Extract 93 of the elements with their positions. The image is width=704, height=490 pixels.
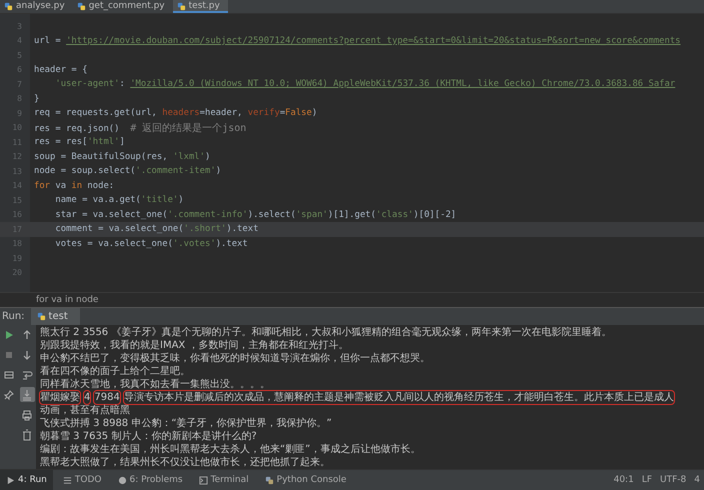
code-text: = — [280, 108, 286, 118]
python-icon — [264, 476, 274, 484]
highlighted-output-text: 导演专访本片是删减后的次成品，慧阐释的主题是神需被贬入凡间以人的视角经历苍生，才能明白苍生。此片本质上已是成人 — [124, 391, 674, 404]
code-text: votes = va.select_one( — [54, 238, 173, 249]
output-text: 别跟我提特效，我看的就是IMAX ，多数时间，主角都在和红光打斗。 — [40, 339, 348, 352]
code-text: header = { — [34, 64, 88, 75]
tool-window-tab[interactable]: Terminal — [192, 470, 255, 490]
status-text: 4 — [694, 475, 700, 485]
url-string: 'Mozilla/5.0 (Windows NT 10.0; WOW64) AppleWebKit/537.36 (KHTML, like Gecko) Chrome/73.0.3683.86 Safar — [130, 79, 676, 90]
down-arrow-icon — [21, 348, 33, 360]
python-file-icon — [76, 2, 86, 11]
string-literal: 'title' — [140, 195, 178, 206]
play-icon — [3, 328, 15, 340]
code-text: ) — [205, 152, 210, 162]
file-tab[interactable]: analyse.py — [0, 0, 73, 13]
code-text: star = va.select_one( — [54, 210, 168, 220]
breadcrumb[interactable]: for va in node — [36, 295, 98, 305]
keyword: False — [285, 108, 312, 118]
code-text: ).select( — [248, 210, 296, 220]
output-text: 编剧：故事发生在美国，州长叫黑帮老大去杀人，他来“剿匪”，事成之后让他做市长。 — [40, 443, 420, 456]
trash-icon — [21, 428, 33, 440]
output-text: 飞侠式拼搏 3 8988 申公豹：“姜子牙，你保护世界，我保护你。” — [40, 417, 332, 430]
tool-window-tab[interactable]: TODO — [56, 470, 108, 490]
string-literal: 'lxml' — [172, 152, 205, 162]
highlighted-output-text: 7984 — [94, 391, 120, 404]
string-literal: 'class' — [376, 210, 414, 220]
code-text: )[1].get( — [328, 210, 376, 220]
output-text: 动画，甚至有点暗黑 — [40, 404, 130, 417]
output-text: 申公豹不结巴了，变得极其乏味，你看他死的时候知道导演在煽你，但你一点都不想哭。 — [40, 352, 430, 365]
python-file-icon — [4, 2, 13, 11]
run-tab[interactable]: test — [30, 308, 80, 325]
code-text: ) — [312, 108, 318, 118]
code-comment: # 返回的结果是一个json — [130, 122, 246, 134]
string-literal: '.short' — [184, 224, 226, 234]
tool-window-tab[interactable]: 6: Problems — [112, 470, 189, 490]
string-literal: 'html' — [87, 137, 120, 148]
code-text: node = soup.select( — [34, 166, 136, 176]
tool-window-tab[interactable]: Python Console — [258, 470, 352, 490]
tool-window-tab[interactable]: 4: Run — [0, 470, 53, 490]
code-text: } — [34, 94, 40, 104]
python-file-icon — [176, 2, 186, 11]
string-literal: 'user-agent' — [54, 79, 120, 90]
status-text: UTF-8 — [660, 475, 686, 485]
code-text: soup = BeautifulSoup(res, — [34, 152, 169, 162]
file-tab[interactable]: test.py — [172, 0, 228, 13]
circle-icon — [118, 476, 126, 484]
code-text: va — [54, 180, 68, 191]
keyword: for — [34, 180, 50, 191]
wrap-icon — [21, 368, 33, 380]
play-icon — [6, 476, 15, 484]
string-literal: '.comment-item' — [136, 166, 216, 176]
status-text: 40:1 — [614, 475, 634, 485]
code-text: ).text — [226, 224, 258, 234]
keyword: in — [71, 180, 82, 191]
code-text: ).text — [216, 238, 248, 249]
url-string: 'https://movie.douban.com/subject/25907124/comments?percent_type=&start=0&limit=20&status=P&sort=new_score&comments — [66, 36, 681, 46]
status-text: LF — [642, 475, 652, 485]
code-text: comment = va.select_one( — [54, 224, 184, 234]
run-label: Run: — [1, 311, 25, 322]
code-text: ) — [216, 166, 222, 176]
code-text: =header, — [200, 108, 244, 118]
output-text: 黑帮老大照做了，结果州长不仅没让他做市长，还把他抓了起来。 — [40, 456, 330, 469]
code-text: req = requests.get(url, — [34, 108, 158, 118]
string-literal: '.comment-info' — [168, 210, 248, 220]
scroll-tool-button[interactable] — [20, 387, 34, 402]
code-text: node: — [86, 180, 114, 191]
printer-icon — [21, 408, 33, 420]
parameter-name: verify — [248, 108, 280, 118]
output-text: 同样看冰天雪地，我真不如去看一集熊出没。。。。 — [40, 378, 270, 391]
code-text: : — [120, 79, 126, 90]
string-literal: '.votes' — [172, 238, 216, 249]
pin-icon — [3, 388, 15, 400]
code-text: res = res[ — [34, 137, 88, 148]
layout-icon — [3, 368, 15, 380]
code-text: ] — [120, 137, 125, 148]
parameter-name: headers — [162, 108, 200, 118]
terminal-icon — [198, 476, 208, 484]
scroll-to-end-icon — [21, 388, 33, 400]
code-text: url = — [34, 36, 62, 46]
output-text: 熊太行 2 3556 《姜子牙》真是个无聊的片子。和哪吒相比，大叔和小狐狸精的组合毫无观众缘，两年来第一次在电影院里睡着。 — [40, 326, 612, 339]
python-icon — [36, 312, 46, 321]
output-text: 朝暮雪 3 7635 制片人：你的新剧本是讲什么的? — [40, 430, 257, 443]
highlighted-output-text: 4 — [84, 391, 90, 404]
code-text: )[0][-2] — [413, 210, 456, 220]
output-text: 看在四不像的面子上给个二星吧。 — [40, 365, 190, 378]
file-tab[interactable]: get_comment.py — [72, 0, 173, 13]
list-icon — [62, 476, 72, 484]
string-literal: 'span' — [296, 210, 328, 220]
highlighted-output-text: 瞿烟嫁娶 — [40, 391, 80, 404]
up-arrow-icon — [21, 328, 33, 340]
code-text: name = va.a.get( — [54, 195, 141, 206]
code-text: ) — [178, 195, 184, 206]
code-text: res = req.json() — [34, 124, 120, 134]
